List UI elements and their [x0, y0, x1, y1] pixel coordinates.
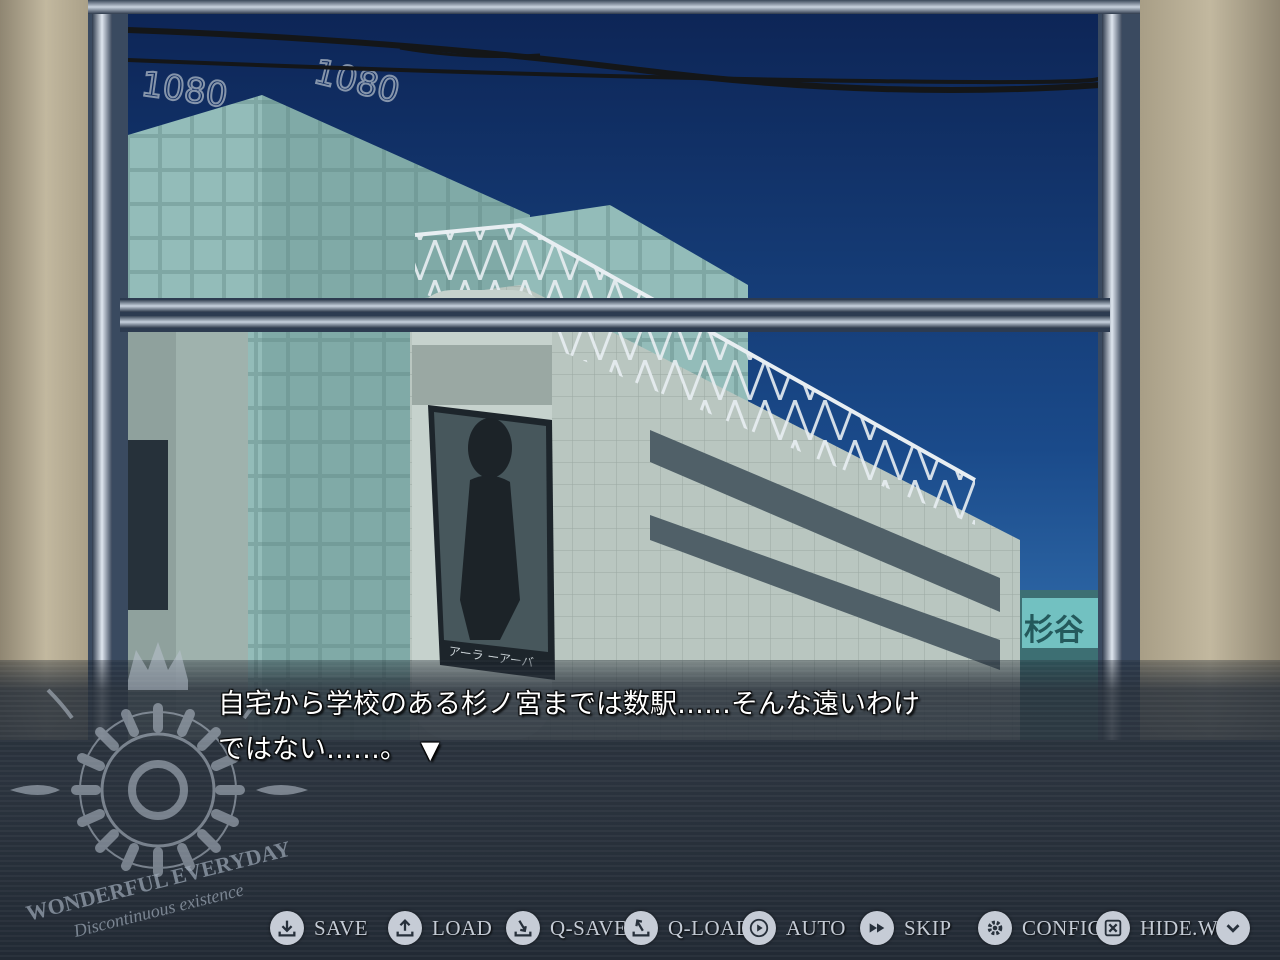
config-label: CONFIG [1022, 915, 1104, 940]
skip-button[interactable]: SKIP [860, 906, 952, 950]
auto-label: AUTO [786, 915, 846, 940]
save-button[interactable]: SAVE [270, 906, 368, 950]
quick-load-icon [624, 911, 658, 945]
svg-text:杉谷: 杉谷 [1024, 613, 1084, 648]
load-icon [388, 911, 422, 945]
play-icon [742, 911, 776, 945]
quick-save-button[interactable]: Q-SAVE [506, 906, 627, 950]
quick-save-icon [506, 911, 540, 945]
quick-load-button[interactable]: Q-LOAD [624, 906, 751, 950]
gear-icon [978, 911, 1012, 945]
dialogue-text: 自宅から学校のある杉ノ宮までは数駅……そんな遠いわけ ではない……。 ▼ [218, 682, 1118, 773]
dialogue-line-1: 自宅から学校のある杉ノ宮までは数駅……そんな遠いわけ [218, 689, 920, 720]
skip-label: SKIP [904, 915, 952, 940]
quick-load-label: Q-LOAD [668, 915, 752, 940]
hide-window-button[interactable]: HIDE.W [1096, 906, 1218, 950]
next-page-indicator: ▼ [421, 736, 440, 764]
fast-forward-icon [860, 911, 894, 945]
quick-save-label: Q-SAVE [550, 915, 628, 940]
load-label: LOAD [432, 915, 493, 940]
dialogue-line-2: ではない……。 ▼ [218, 727, 1118, 773]
hide-window-label: HIDE.W [1140, 915, 1219, 940]
close-icon [1096, 911, 1130, 945]
save-label: SAVE [314, 915, 369, 940]
system-menu-bar: SAVE LOAD Q-SAVE Q-LOAD AUTO SKIP CONFIG… [266, 906, 1276, 950]
save-icon [270, 911, 304, 945]
dialogue-line-2-text: ではない……。 [218, 734, 407, 765]
config-button[interactable]: CONFIG [978, 906, 1103, 950]
chevron-down-icon [1216, 911, 1250, 945]
auto-button[interactable]: AUTO [742, 906, 846, 950]
menu-toggle-button[interactable] [1216, 906, 1250, 950]
load-button[interactable]: LOAD [388, 906, 492, 950]
